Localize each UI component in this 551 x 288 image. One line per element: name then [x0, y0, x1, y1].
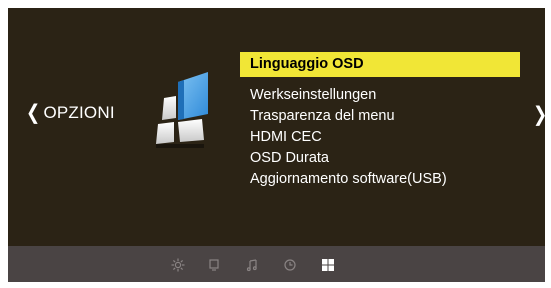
screen-icon[interactable] — [207, 258, 221, 272]
menu-item-label: Aggiornamento software(USB) — [250, 171, 447, 187]
menu-item-osd-language[interactable]: Linguaggio OSD — [240, 52, 520, 77]
menu-item-factory-reset[interactable]: Werkseinstellungen — [240, 85, 520, 106]
options-settings-icon — [156, 72, 208, 148]
osd-panel: ❮ OPZIONI Linguaggio OSD Werkseinstellun… — [8, 8, 545, 282]
music-note-icon[interactable] — [245, 258, 259, 272]
menu-item-label: Linguaggio OSD — [250, 56, 364, 72]
menu-item-hdmi-cec[interactable]: HDMI CEC — [240, 127, 520, 148]
menu-item-menu-transparency[interactable]: Trasparenza del menu — [240, 106, 520, 127]
menu-item-software-update[interactable]: Aggiornamento software(USB) — [240, 169, 520, 190]
picture-icon[interactable] — [171, 258, 185, 272]
section-title: OPZIONI — [43, 103, 115, 122]
chevron-left-icon: ❮ — [26, 101, 41, 124]
menu-item-osd-duration[interactable]: OSD Durata — [240, 148, 520, 169]
category-tab-bar — [8, 246, 545, 282]
chevron-right-icon[interactable]: ❯ — [533, 103, 545, 127]
main-area: ❮ OPZIONI Linguaggio OSD Werkseinstellun… — [8, 8, 545, 246]
options-grid-icon[interactable] — [321, 258, 335, 272]
clock-icon[interactable] — [283, 258, 297, 272]
menu-item-label: Trasparenza del menu — [250, 108, 395, 124]
menu-item-label: OSD Durata — [250, 150, 329, 166]
menu-item-label: Werkseinstellungen — [250, 87, 377, 103]
options-menu: Linguaggio OSD Werkseinstellungen Traspa… — [240, 52, 520, 190]
tv-osd-screen: ❮ OPZIONI Linguaggio OSD Werkseinstellun… — [0, 0, 551, 288]
menu-item-label: HDMI CEC — [250, 129, 322, 145]
nav-previous-section[interactable]: ❮ OPZIONI — [26, 101, 115, 124]
